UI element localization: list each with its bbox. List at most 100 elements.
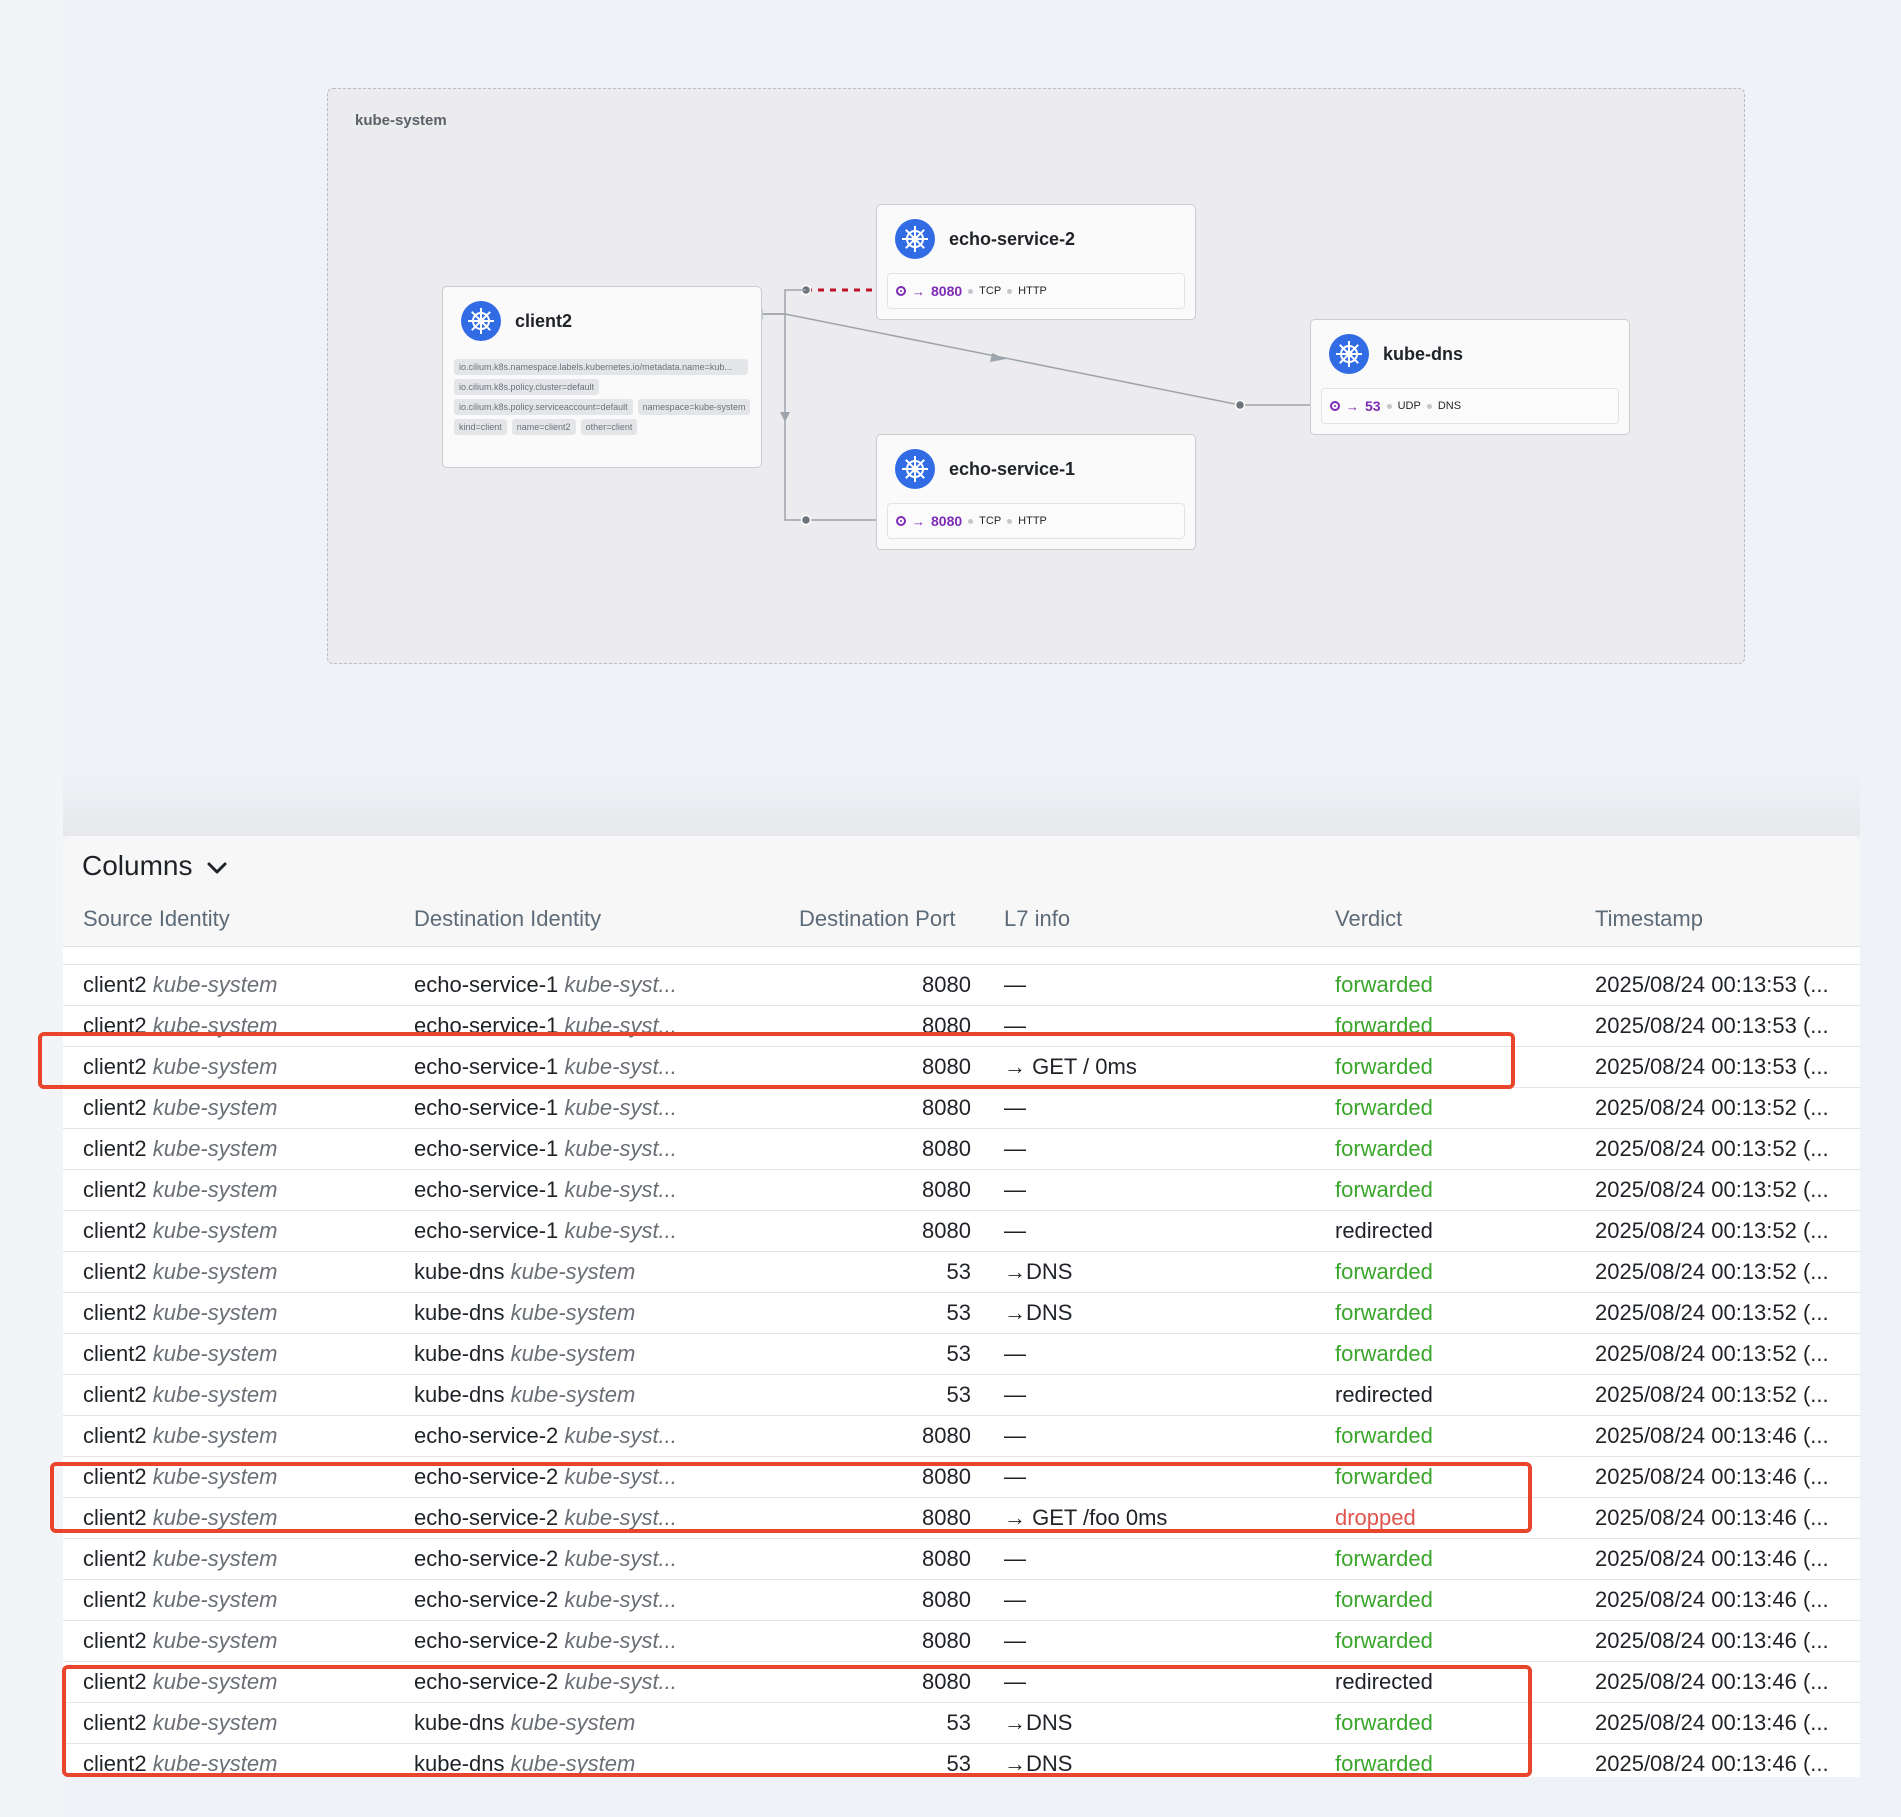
destination-namespace: kube-syst... bbox=[564, 1669, 677, 1694]
l7-info: →DNS bbox=[1004, 1259, 1073, 1284]
col-header-l7[interactable]: L7 info bbox=[1004, 906, 1070, 932]
source-identity: client2 kube-system bbox=[83, 1580, 403, 1620]
table-row[interactable]: client2 kube-system kube-dns kube-system 5… bbox=[63, 1375, 1860, 1416]
l7-info: →DNS bbox=[1004, 1751, 1073, 1776]
endpoint-icon bbox=[896, 286, 906, 296]
destination-identity: echo-service-1 kube-syst... bbox=[414, 1129, 714, 1169]
table-row[interactable]: client2 kube-system echo-service-1 kube-s… bbox=[63, 1170, 1860, 1211]
table-row[interactable]: client2 kube-system kube-dns kube-system 5… bbox=[63, 1744, 1860, 1777]
node-echo-service-2[interactable]: echo-service-2 → 8080 TCP HTTP bbox=[876, 204, 1196, 320]
source-identity: client2 kube-system bbox=[83, 1621, 403, 1661]
table-row[interactable]: client2 kube-system kube-dns kube-system 5… bbox=[63, 1703, 1860, 1744]
table-row[interactable]: client2 kube-system echo-service-1 kube-s… bbox=[63, 1047, 1860, 1088]
table-row[interactable]: client2 kube-system echo-service-2 kube-s… bbox=[63, 1498, 1860, 1539]
destination-identity: echo-service-1 kube-syst... bbox=[414, 1006, 714, 1046]
destination-namespace: kube-syst... bbox=[564, 1013, 677, 1038]
source-name: client2 bbox=[83, 1464, 147, 1489]
kubernetes-icon bbox=[461, 301, 501, 341]
table-row[interactable]: client2 kube-system echo-service-2 kube-s… bbox=[63, 1621, 1860, 1662]
table-row[interactable]: client2 kube-system echo-service-1 kube-s… bbox=[63, 965, 1860, 1006]
source-namespace: kube-system bbox=[152, 1259, 278, 1284]
source-name: client2 bbox=[83, 1751, 147, 1776]
source-namespace: kube-system bbox=[152, 1095, 278, 1120]
source-identity: client2 kube-system bbox=[83, 1293, 403, 1333]
destination-namespace: kube-syst... bbox=[564, 1628, 677, 1653]
destination-port: 8080 bbox=[922, 1136, 971, 1161]
timestamp: 2025/08/24 00:13:52 (... bbox=[1595, 1095, 1829, 1120]
source-identity: client2 kube-system bbox=[83, 1416, 403, 1456]
chevron-down-icon bbox=[206, 850, 228, 882]
endpoint-row[interactable]: → 53 UDP DNS bbox=[1321, 388, 1619, 424]
destination-identity: kube-dns kube-system bbox=[414, 1375, 714, 1415]
endpoint-icon bbox=[1330, 401, 1340, 411]
destination-name: kube-dns bbox=[414, 1259, 505, 1284]
destination-identity: echo-service-2 kube-syst... bbox=[414, 1457, 714, 1497]
timestamp: 2025/08/24 00:13:46 (... bbox=[1595, 1628, 1829, 1653]
table-row[interactable]: client2 kube-system kube-dns kube-system 5… bbox=[63, 1334, 1860, 1375]
l7-info: — bbox=[1004, 972, 1026, 997]
table-row[interactable]: client2 kube-system echo-service-1 kube-s… bbox=[63, 1088, 1860, 1129]
verdict: redirected bbox=[1335, 1382, 1433, 1407]
verdict: forwarded bbox=[1335, 1710, 1433, 1735]
col-header-source[interactable]: Source Identity bbox=[83, 906, 230, 932]
edge-kube-dns bbox=[761, 313, 1332, 406]
columns-button[interactable]: Columns bbox=[82, 850, 228, 882]
verdict: forwarded bbox=[1335, 1341, 1433, 1366]
source-name: client2 bbox=[83, 1710, 147, 1735]
table-row[interactable]: client2 kube-system echo-service-1 kube-s… bbox=[63, 1211, 1860, 1252]
endpoint-port: 8080 bbox=[931, 513, 963, 529]
col-header-timestamp[interactable]: Timestamp bbox=[1595, 906, 1703, 932]
source-namespace: kube-system bbox=[152, 972, 278, 997]
verdict: forwarded bbox=[1335, 1628, 1433, 1653]
timestamp: 2025/08/24 00:13:52 (... bbox=[1595, 1177, 1829, 1202]
source-name: client2 bbox=[83, 1259, 147, 1284]
l7-info: — bbox=[1004, 1669, 1026, 1694]
destination-port: 8080 bbox=[922, 1546, 971, 1571]
destination-port: 8080 bbox=[922, 1177, 971, 1202]
source-namespace: kube-system bbox=[152, 1751, 278, 1776]
table-row[interactable]: client2 kube-system kube-dns kube-system 5… bbox=[63, 1252, 1860, 1293]
flows-header: Columns Source Identity Destination Iden… bbox=[63, 836, 1860, 947]
table-row[interactable]: client2 kube-system echo-service-2 kube-s… bbox=[63, 1662, 1860, 1703]
destination-identity: echo-service-2 kube-syst... bbox=[414, 1416, 714, 1456]
timestamp: 2025/08/24 00:13:52 (... bbox=[1595, 1218, 1829, 1243]
table-row[interactable]: client2 kube-system echo-service-1 kube-s… bbox=[63, 1006, 1860, 1047]
destination-namespace: kube-system bbox=[510, 1259, 636, 1284]
table-row[interactable]: client2 kube-system echo-service-2 kube-s… bbox=[63, 1457, 1860, 1498]
destination-namespace: kube-syst... bbox=[564, 1505, 677, 1530]
col-header-destination[interactable]: Destination Identity bbox=[414, 906, 601, 932]
endpoint-protocol: TCP bbox=[979, 285, 1002, 297]
table-row[interactable]: client2 kube-system echo-service-2 kube-s… bbox=[63, 1416, 1860, 1457]
endpoint-row[interactable]: → 8080 TCP HTTP bbox=[887, 273, 1185, 309]
verdict: forwarded bbox=[1335, 1587, 1433, 1612]
source-identity: client2 kube-system bbox=[83, 1375, 403, 1415]
node-echo-service-1[interactable]: echo-service-1 → 8080 TCP HTTP bbox=[876, 434, 1196, 550]
destination-namespace: kube-system bbox=[510, 1751, 636, 1776]
source-name: client2 bbox=[83, 1628, 147, 1653]
col-header-verdict[interactable]: Verdict bbox=[1335, 906, 1402, 932]
l7-info: — bbox=[1004, 1546, 1026, 1571]
kubernetes-icon bbox=[895, 219, 935, 259]
table-row[interactable]: client2 kube-system echo-service-2 kube-s… bbox=[63, 1580, 1860, 1621]
l7-info: — bbox=[1004, 1587, 1026, 1612]
separator-dot bbox=[968, 518, 974, 524]
node-kube-dns[interactable]: kube-dns → 53 UDP DNS bbox=[1310, 319, 1630, 435]
source-namespace: kube-system bbox=[152, 1669, 278, 1694]
col-header-port[interactable]: Destination Port bbox=[799, 906, 956, 932]
table-row[interactable]: client2 kube-system echo-service-1 kube-s… bbox=[63, 1129, 1860, 1170]
source-identity: client2 kube-system bbox=[83, 1334, 403, 1374]
destination-port: 53 bbox=[946, 1382, 971, 1407]
destination-name: kube-dns bbox=[414, 1341, 505, 1366]
destination-name: echo-service-2 bbox=[414, 1669, 559, 1694]
destination-identity: kube-dns kube-system bbox=[414, 1703, 714, 1743]
edge-joint-echo1 bbox=[800, 514, 812, 526]
node-client2[interactable]: client2 io.cilium.k8s.namespace.labels.k… bbox=[442, 286, 762, 468]
table-row[interactable]: client2 kube-system kube-dns kube-system 5… bbox=[63, 1293, 1860, 1334]
destination-port: 53 bbox=[946, 1300, 971, 1325]
timestamp: 2025/08/24 00:13:53 (... bbox=[1595, 972, 1829, 997]
source-namespace: kube-system bbox=[152, 1464, 278, 1489]
node-title: kube-dns bbox=[1383, 343, 1464, 364]
endpoint-row[interactable]: → 8080 TCP HTTP bbox=[887, 503, 1185, 539]
verdict: forwarded bbox=[1335, 1546, 1433, 1571]
table-row[interactable]: client2 kube-system echo-service-2 kube-s… bbox=[63, 1539, 1860, 1580]
